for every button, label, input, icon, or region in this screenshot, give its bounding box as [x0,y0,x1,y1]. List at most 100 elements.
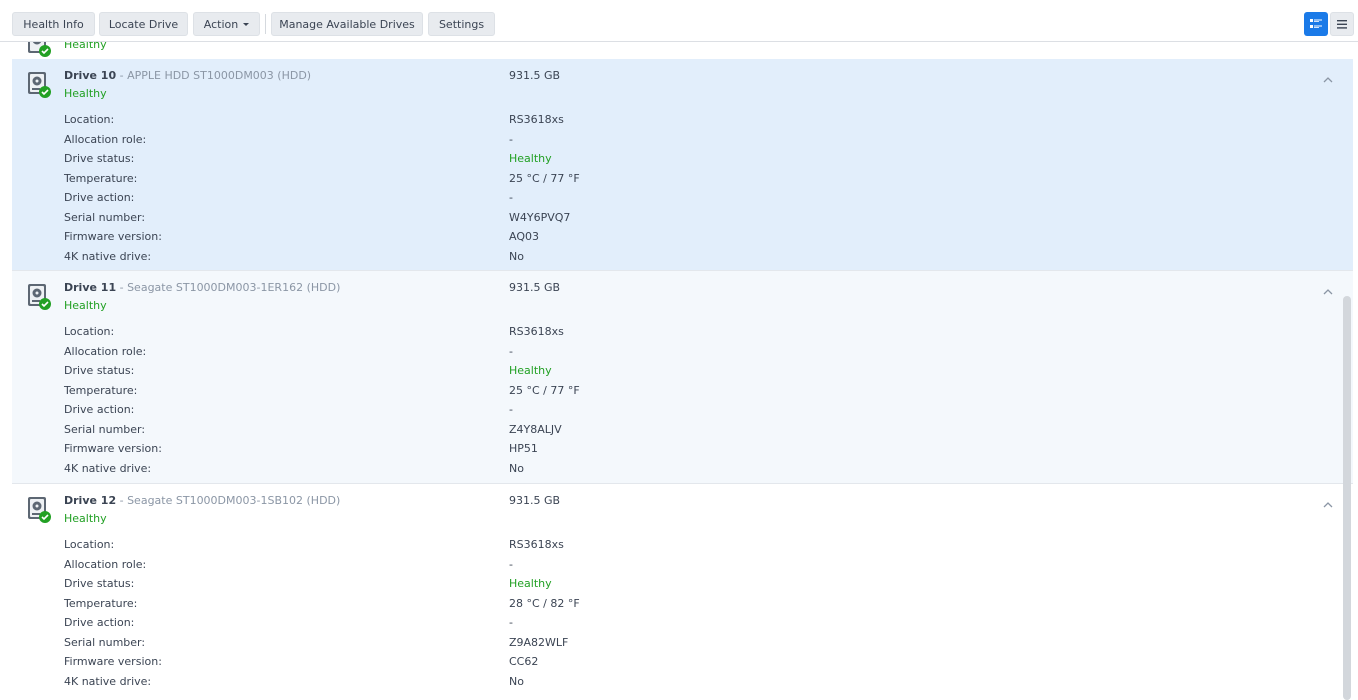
field-value: 25 °C / 77 °F [509,383,580,397]
detail-row-allocation-role: Allocation role: - [64,133,1264,151]
field-value: AQ03 [509,230,539,243]
field-value: Healthy [509,364,552,377]
field-value: RS3618xs [509,538,564,551]
health-info-button[interactable]: Health Info [12,12,95,36]
field-label: Allocation role: [64,344,147,358]
detail-row-temperature: Temperature: 28 °C / 82 °F [64,597,1264,615]
field-value: W4Y6PVQ7 [509,210,571,224]
detail-row-firmware-version: Firmware version: AQ03 [64,230,1264,248]
field-value: - [509,344,513,358]
field-label: Serial number: [64,422,146,436]
hdd-healthy-icon [28,42,51,57]
field-label: Firmware version: [64,655,162,668]
detail-row-location: Location: RS3618xs [64,538,1264,556]
drive-title: Drive 12 - Seagate ST1000DM003-1SB102 (H… [64,494,340,507]
drive-health-status: Healthy [64,299,107,312]
detail-row-drive-action: Drive action: - [64,403,1264,421]
detail-row-4k-native: 4K native drive: No [64,675,1264,693]
field-value: - [509,403,513,416]
field-value: Z9A82WLF [509,635,569,649]
field-value: RS3618xs [509,113,564,126]
detail-row-drive-action: Drive action: - [64,616,1264,634]
field-label: Serial number: [64,210,146,224]
hdd-healthy-icon [28,497,51,523]
action-label: Action [203,18,239,31]
drive-health-status: Healthy [64,512,107,525]
manage-available-drives-button[interactable]: Manage Available Drives [271,12,423,36]
drive-health-status: Healthy [64,87,107,100]
drive-capacity: 931.5 GB [509,494,561,507]
drive-item-10[interactable]: Drive 10 - APPLE HDD ST1000DM003 (HDD) H… [12,59,1353,271]
field-label: Drive status: [64,577,135,590]
detail-view-button[interactable] [1304,12,1328,36]
field-label: 4K native drive: [64,249,152,263]
field-value: RS3618xs [509,325,564,338]
field-label: Drive action: [64,616,135,629]
detail-row-4k-native: 4K native drive: No [64,462,1264,480]
field-value: CC62 [509,655,539,668]
caret-down-icon [243,23,250,26]
field-label: 4K native drive: [64,461,152,475]
detail-row-allocation-role: Allocation role: - [64,345,1264,363]
drive-title: Drive 11 - Seagate ST1000DM003-1ER162 (H… [64,281,340,294]
chevron-up-icon[interactable] [1321,73,1335,87]
detail-row-drive-action: Drive action: - [64,191,1264,209]
detail-row-location: Location: RS3618xs [64,325,1264,343]
detail-row-drive-status: Drive status: Healthy [64,152,1264,170]
drive-name: Drive 10 [64,69,117,82]
toolbar-separator [265,14,266,34]
drive-item-12[interactable]: Drive 12 - Seagate ST1000DM003-1SB102 (H… [12,484,1353,700]
detail-row-location: Location: RS3618xs [64,113,1264,131]
action-dropdown-button[interactable]: Action [193,12,260,36]
field-value: Healthy [509,577,552,590]
field-label: Firmware version: [64,230,162,243]
hdd-healthy-icon [28,72,51,98]
vertical-scrollbar[interactable] [1343,296,1351,700]
detail-row-firmware-version: Firmware version: CC62 [64,655,1264,673]
drive-item-partial[interactable]: Healthy [12,42,1353,58]
detail-row-allocation-role: Allocation role: - [64,558,1264,576]
field-label: Firmware version: [64,442,162,455]
drive-capacity: 931.5 GB [509,69,561,82]
list-view-button[interactable] [1330,12,1354,36]
field-label: Serial number: [64,635,146,649]
detail-row-temperature: Temperature: 25 °C / 77 °F [64,172,1264,190]
drive-name: Drive 12 [64,494,117,507]
drive-model: - Seagate ST1000DM003-1ER162 (HDD) [116,281,341,294]
field-label: Allocation role: [64,557,147,571]
detail-row-temperature: Temperature: 25 °C / 77 °F [64,384,1264,402]
field-label: Temperature: [64,383,138,397]
field-value: No [509,461,524,475]
field-label: Drive action: [64,191,135,204]
field-value: 25 °C / 77 °F [509,171,580,185]
drive-model: - Seagate ST1000DM003-1SB102 (HDD) [116,494,341,507]
field-label: Drive status: [64,364,135,377]
detail-row-firmware-version: Firmware version: HP51 [64,442,1264,460]
drive-model: - APPLE HDD ST1000DM003 (HDD) [116,69,312,82]
field-label: 4K native drive: [64,674,152,688]
list-icon [1337,19,1347,29]
chevron-up-icon[interactable] [1321,285,1335,299]
toolbar: Health Info Locate Drive Action Manage A… [0,0,1358,42]
field-label: Allocation role: [64,132,147,146]
field-value: - [509,616,513,629]
field-value: - [509,191,513,204]
field-label: Location: [64,113,115,126]
field-label: Drive action: [64,403,135,416]
field-label: Location: [64,325,115,338]
detail-row-4k-native: 4K native drive: No [64,250,1264,268]
detail-list-icon [1310,19,1322,28]
field-value: Healthy [509,152,552,165]
chevron-up-icon[interactable] [1321,498,1335,512]
drive-capacity: 931.5 GB [509,281,561,294]
detail-row-serial-number: Serial number: Z9A82WLF [64,636,1264,654]
settings-button[interactable]: Settings [428,12,495,36]
drive-list: Healthy Drive 10 - APPLE HDD ST1000DM003… [12,42,1353,700]
drive-item-11[interactable]: Drive 11 - Seagate ST1000DM003-1ER162 (H… [12,271,1353,484]
detail-row-drive-status: Drive status: Healthy [64,577,1264,595]
field-label: Temperature: [64,596,138,610]
field-label: Temperature: [64,171,138,185]
drive-name: Drive 11 [64,281,117,294]
detail-row-drive-status: Drive status: Healthy [64,364,1264,382]
locate-drive-button[interactable]: Locate Drive [99,12,188,36]
